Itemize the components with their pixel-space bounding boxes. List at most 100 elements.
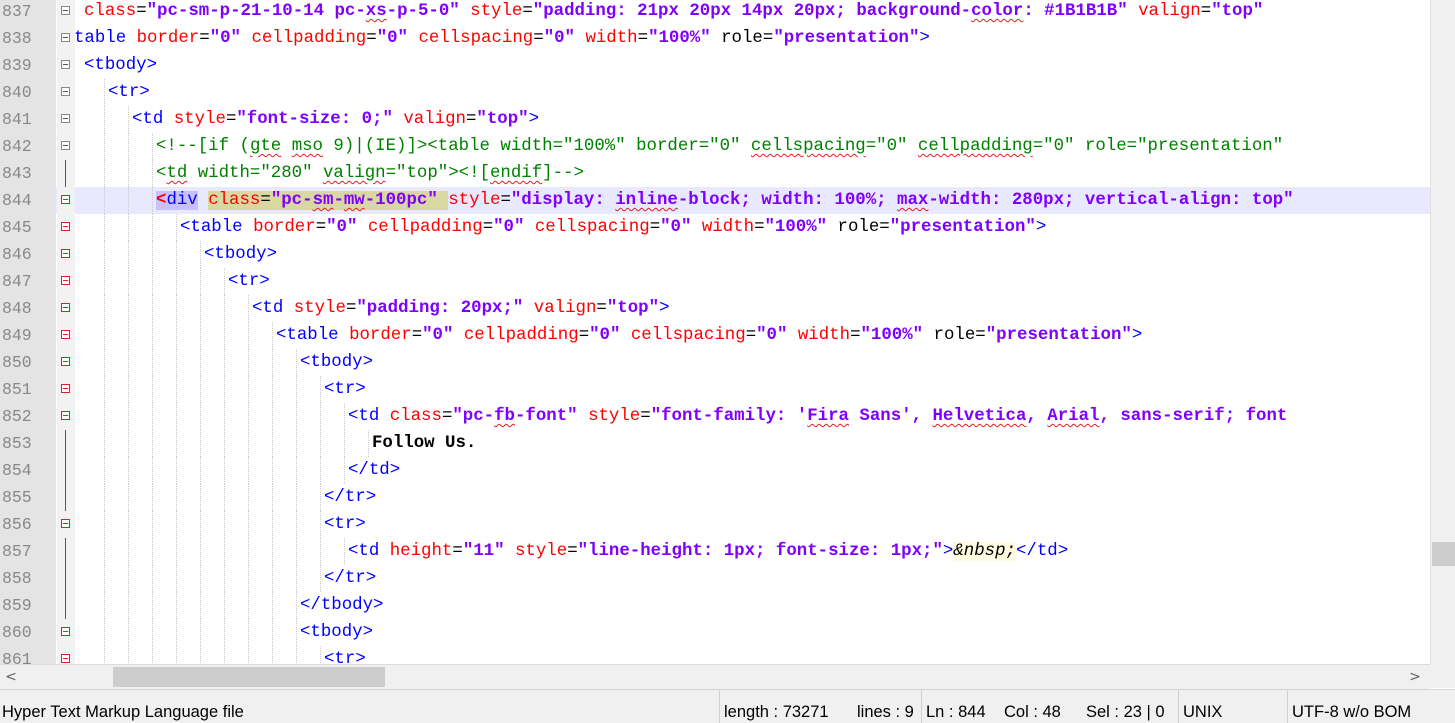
- code-line[interactable]: 861 <tr>: [0, 646, 1430, 664]
- vertical-scroll-thumb[interactable]: [1432, 542, 1455, 566]
- code-text[interactable]: </td>: [348, 457, 400, 484]
- code-line[interactable]: 844 <div class="pc-sm-mw-100pc" style="di…: [0, 187, 1430, 214]
- fold-margin[interactable]: [57, 241, 75, 268]
- code-line[interactable]: 851 <tr>: [0, 376, 1430, 403]
- fold-toggle-icon[interactable]: [61, 33, 70, 42]
- fold-margin[interactable]: [57, 511, 75, 538]
- fold-toggle-icon[interactable]: [61, 357, 70, 366]
- fold-margin[interactable]: [57, 106, 75, 133]
- fold-toggle-icon[interactable]: [61, 411, 70, 420]
- code-line[interactable]: 840 <tr>: [0, 79, 1430, 106]
- code-text[interactable]: </tbody>: [300, 592, 384, 619]
- fold-margin[interactable]: [57, 592, 75, 619]
- code-text[interactable]: <tbody>: [300, 619, 373, 646]
- fold-toggle-icon[interactable]: [61, 654, 70, 663]
- code-text[interactable]: <!--[if (gte mso 9)|(IE)]><table width="…: [156, 133, 1283, 160]
- fold-margin[interactable]: [57, 430, 75, 457]
- fold-toggle-icon[interactable]: [61, 627, 70, 636]
- code-line[interactable]: 847 <tr>: [0, 268, 1430, 295]
- fold-margin[interactable]: [57, 376, 75, 403]
- fold-margin[interactable]: [57, 187, 75, 214]
- code-line[interactable]: 848 <td style="padding: 20px;" valign="to…: [0, 295, 1430, 322]
- code-text[interactable]: <tbody>: [204, 241, 277, 268]
- fold-toggle-icon[interactable]: [61, 330, 70, 339]
- code-text[interactable]: table border="0" cellpadding="0" cellspa…: [74, 25, 930, 52]
- fold-margin[interactable]: [57, 403, 75, 430]
- code-line[interactable]: 846 <tbody>: [0, 241, 1430, 268]
- code-line[interactable]: 855 </tr>: [0, 484, 1430, 511]
- scroll-left-icon[interactable]: <: [2, 667, 20, 687]
- fold-margin[interactable]: [57, 133, 75, 160]
- fold-margin[interactable]: [57, 214, 75, 241]
- code-line[interactable]: 841 <td style="font-size: 0;" valign="top…: [0, 106, 1430, 133]
- code-text[interactable]: <tr>: [228, 268, 270, 295]
- horizontal-scroll-thumb[interactable]: [113, 667, 385, 687]
- fold-margin[interactable]: [57, 322, 75, 349]
- code-line[interactable]: 857 <td height="11" style="line-height: 1…: [0, 538, 1430, 565]
- code-line[interactable]: 845 <table border="0" cellpadding="0" cel…: [0, 214, 1430, 241]
- code-text[interactable]: Follow Us.: [372, 430, 476, 457]
- fold-toggle-icon[interactable]: [61, 114, 70, 123]
- code-line[interactable]: 853 Follow Us.: [0, 430, 1430, 457]
- fold-margin[interactable]: [57, 268, 75, 295]
- code-text[interactable]: <td width="280" valign="top"><![endif]--…: [156, 160, 584, 187]
- code-text[interactable]: <td style="font-size: 0;" valign="top">: [132, 106, 539, 133]
- fold-margin[interactable]: [57, 484, 75, 511]
- fold-toggle-icon[interactable]: [61, 276, 70, 285]
- fold-margin[interactable]: [57, 349, 75, 376]
- code-line[interactable]: 858 </tr>: [0, 565, 1430, 592]
- scroll-right-icon[interactable]: >: [1406, 667, 1424, 687]
- code-text[interactable]: class="pc-sm-p-21-10-14 pc-xs-p-5-0" sty…: [84, 0, 1263, 25]
- fold-toggle-icon[interactable]: [61, 222, 70, 231]
- fold-toggle-icon[interactable]: [61, 87, 70, 96]
- fold-margin[interactable]: [57, 619, 75, 646]
- horizontal-scrollbar[interactable]: < >: [0, 664, 1430, 689]
- code-text[interactable]: <tr>: [324, 646, 366, 664]
- fold-margin[interactable]: [57, 79, 75, 106]
- code-editor[interactable]: 837 class="pc-sm-p-21-10-14 pc-xs-p-5-0" …: [0, 0, 1455, 664]
- code-line[interactable]: 837 class="pc-sm-p-21-10-14 pc-xs-p-5-0" …: [0, 0, 1430, 25]
- fold-toggle-icon[interactable]: [61, 6, 70, 15]
- code-text[interactable]: <tr>: [108, 79, 150, 106]
- fold-margin[interactable]: [57, 646, 75, 664]
- code-text[interactable]: <td style="padding: 20px;" valign="top">: [252, 295, 669, 322]
- code-text[interactable]: </tr>: [324, 484, 376, 511]
- fold-toggle-icon[interactable]: [61, 195, 70, 204]
- fold-margin[interactable]: [57, 52, 75, 79]
- code-line[interactable]: 852 <td class="pc-fb-font" style="font-fa…: [0, 403, 1430, 430]
- vertical-scrollbar[interactable]: [1430, 0, 1455, 664]
- code-line[interactable]: 850 <tbody>: [0, 349, 1430, 376]
- code-text[interactable]: <table border="0" cellpadding="0" cellsp…: [276, 322, 1142, 349]
- fold-margin[interactable]: [57, 0, 75, 25]
- code-text[interactable]: <td height="11" style="line-height: 1px;…: [348, 538, 1068, 565]
- code-text[interactable]: <tbody>: [84, 52, 157, 79]
- fold-toggle-icon[interactable]: [61, 303, 70, 312]
- fold-toggle-icon[interactable]: [61, 60, 70, 69]
- code-line[interactable]: 839 <tbody>: [0, 52, 1430, 79]
- code-text[interactable]: <tr>: [324, 376, 366, 403]
- code-line[interactable]: 854 </td>: [0, 457, 1430, 484]
- code-text[interactable]: <div class="pc-sm-mw-100pc" style="displ…: [156, 187, 1294, 214]
- code-line[interactable]: 859 </tbody>: [0, 592, 1430, 619]
- code-line[interactable]: 842 <!--[if (gte mso 9)|(IE)]><table widt…: [0, 133, 1430, 160]
- fold-toggle-icon[interactable]: [61, 141, 70, 150]
- fold-margin[interactable]: [57, 25, 75, 52]
- code-text[interactable]: </tr>: [324, 565, 376, 592]
- code-line[interactable]: 856 <tr>: [0, 511, 1430, 538]
- code-line[interactable]: 860 <tbody>: [0, 619, 1430, 646]
- code-text[interactable]: <td class="pc-fb-font" style="font-famil…: [348, 403, 1287, 430]
- fold-toggle-icon[interactable]: [61, 249, 70, 258]
- fold-margin[interactable]: [57, 565, 75, 592]
- fold-margin[interactable]: [57, 295, 75, 322]
- code-text[interactable]: <table border="0" cellpadding="0" cellsp…: [180, 214, 1046, 241]
- code-text[interactable]: <tr>: [324, 511, 366, 538]
- fold-toggle-icon[interactable]: [61, 384, 70, 393]
- fold-margin[interactable]: [57, 457, 75, 484]
- code-line[interactable]: 849 <table border="0" cellpadding="0" cel…: [0, 322, 1430, 349]
- fold-margin[interactable]: [57, 160, 75, 187]
- code-line[interactable]: 843 <td width="280" valign="top"><![endif…: [0, 160, 1430, 187]
- code-text[interactable]: <tbody>: [300, 349, 373, 376]
- code-line[interactable]: 838 table border="0" cellpadding="0" cell…: [0, 25, 1430, 52]
- fold-margin[interactable]: [57, 538, 75, 565]
- fold-toggle-icon[interactable]: [61, 519, 70, 528]
